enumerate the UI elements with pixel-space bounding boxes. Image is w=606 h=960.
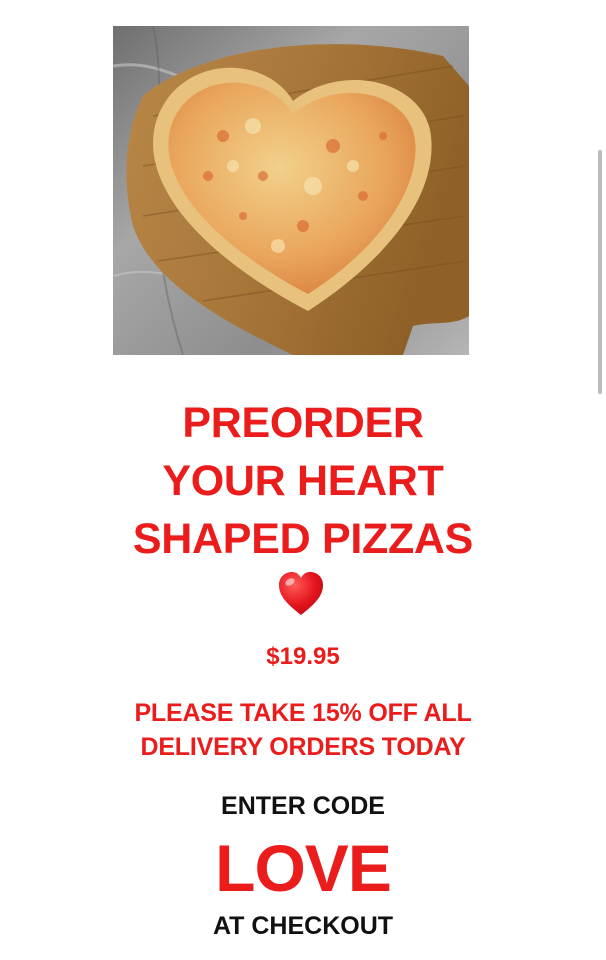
scrollbar[interactable] bbox=[598, 150, 602, 394]
headline-line-3: SHAPED PIZZAS bbox=[132, 515, 474, 563]
promo-line-1: PLEASE TAKE 15% OFF ALL bbox=[134, 699, 472, 727]
headline-line-1: PREORDER bbox=[182, 399, 424, 447]
enter-code-label: ENTER CODE bbox=[221, 792, 385, 820]
page: PREORDER YOUR HEART SHAPED PIZZAS $19.95… bbox=[0, 0, 606, 960]
red-heart-icon bbox=[277, 571, 325, 617]
headline-line-2: YOUR HEART bbox=[162, 457, 444, 505]
price: $19.95 bbox=[266, 643, 340, 670]
pizza-photo bbox=[113, 26, 469, 355]
promo-line-2: DELIVERY ORDERS TODAY bbox=[140, 733, 466, 761]
at-checkout-label: AT CHECKOUT bbox=[212, 912, 394, 940]
promo-code: LOVE bbox=[215, 831, 392, 905]
